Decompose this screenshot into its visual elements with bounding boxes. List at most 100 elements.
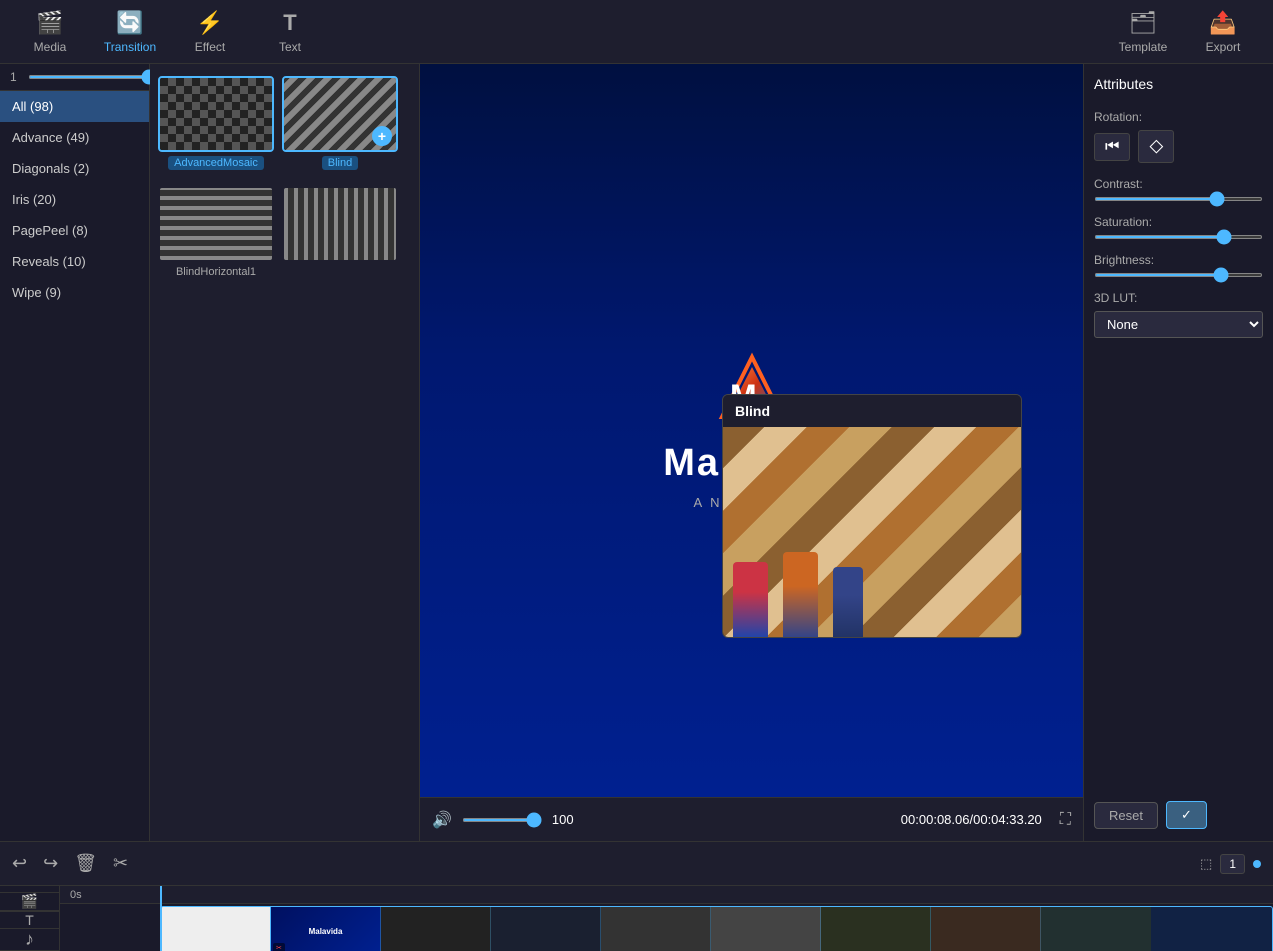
- trans-thumb-advancedmosaic: [158, 76, 274, 152]
- timeline-right-controls: ⬚ 1: [1200, 854, 1261, 874]
- person-2: [783, 552, 818, 637]
- lut-label: 3D LUT:: [1094, 291, 1263, 305]
- music-icon: ♪: [25, 929, 34, 950]
- trans-name-blind: Blind: [322, 156, 358, 170]
- toolbar-right: 🗂 Template 📤 Export: [1103, 4, 1263, 60]
- frame-4: [711, 907, 821, 951]
- preview-video: M Malavida ANDROID Blind: [420, 64, 1083, 797]
- trans-blind[interactable]: + Blind: [282, 72, 398, 174]
- category-all[interactable]: All (98): [0, 91, 149, 122]
- trans-thumb-blindvertical: [282, 186, 398, 262]
- vertical-pattern: [284, 188, 396, 260]
- saturation-row: Saturation:: [1094, 215, 1263, 239]
- media-icon: 🎬: [36, 10, 63, 36]
- contrast-label: Contrast:: [1094, 177, 1263, 191]
- video-clip[interactable]: Malavida ✂: [160, 906, 1273, 951]
- lut-row: 3D LUT: None: [1094, 291, 1263, 338]
- track-labels: 🎬 T ♪: [0, 886, 60, 951]
- toolbar-export[interactable]: 📤 Export: [1183, 4, 1263, 60]
- volume-label: 100: [552, 812, 582, 827]
- horizontal-pattern: [160, 188, 272, 260]
- toolbar-text[interactable]: T Text: [250, 4, 330, 60]
- category-reveals[interactable]: Reveals (10): [0, 246, 149, 277]
- effect-icon: ⚡: [196, 10, 223, 36]
- saturation-slider[interactable]: [1094, 235, 1263, 239]
- text-icon: T: [283, 10, 296, 36]
- zoom-icon: ⬚: [1200, 856, 1212, 872]
- toolbar-template[interactable]: 🗂 Template: [1103, 4, 1183, 60]
- transition-icon: 🔄: [116, 10, 143, 36]
- undo-button[interactable]: ↩: [12, 853, 27, 874]
- timeline-toolbar: ↩ ↪ 🗑 ✂ ⬚ 1: [0, 842, 1273, 886]
- rotation-right-btn[interactable]: ⬦: [1138, 130, 1174, 163]
- rotation-row: Rotation: ⏮ ⬦: [1094, 110, 1263, 163]
- rotation-left-btn[interactable]: ⏮: [1094, 133, 1130, 161]
- reset-button[interactable]: Reset: [1094, 802, 1158, 829]
- volume-icon: 🔊: [432, 810, 452, 830]
- category-list: All (98) Advance (49) Diagonals (2) Iris…: [0, 91, 149, 841]
- clip-frames: [381, 907, 1272, 951]
- filter-slider[interactable]: [28, 75, 157, 79]
- zoom-level: 1: [1220, 854, 1245, 874]
- clip-white-thumb: [161, 907, 271, 951]
- redo-button[interactable]: ↪: [43, 853, 58, 874]
- timeline-area: ↩ ↪ 🗑 ✂ ⬚ 1 🎬 T ♪ 0s: [0, 841, 1273, 951]
- category-pagepeel[interactable]: PagePeel (8): [0, 215, 149, 246]
- fullscreen-button[interactable]: ⛶: [1060, 811, 1071, 829]
- frame-2: [491, 907, 601, 951]
- apply-button[interactable]: ✓: [1166, 801, 1207, 829]
- lut-select[interactable]: None: [1094, 311, 1263, 338]
- category-advance[interactable]: Advance (49): [0, 122, 149, 153]
- effect-label: Effect: [195, 40, 225, 54]
- category-diagonals[interactable]: Diagonals (2): [0, 153, 149, 184]
- delete-button[interactable]: 🗑: [74, 853, 97, 874]
- brightness-slider[interactable]: [1094, 273, 1263, 277]
- blind-preview-image: [723, 427, 1021, 637]
- frame-6: [931, 907, 1041, 951]
- trans-blindhorizontal1[interactable]: BlindHorizontal1: [158, 182, 274, 282]
- frame-1: [381, 907, 491, 951]
- toolbar-media[interactable]: 🎬 Media: [10, 4, 90, 60]
- main-area: 1 100 All (98) Advance (49) Diagonals (2…: [0, 64, 1273, 841]
- contrast-row: Contrast:: [1094, 177, 1263, 201]
- cut-button[interactable]: ✂: [113, 853, 128, 874]
- frame-3: [601, 907, 711, 951]
- rotation-controls: ⏮ ⬦: [1094, 130, 1263, 163]
- video-track-label: 🎬: [0, 893, 59, 911]
- toolbar: 🎬 Media 🔄 Transition ⚡ Effect T Text 🗂 T…: [0, 0, 1273, 64]
- toolbar-transition[interactable]: 🔄 Transition: [90, 4, 170, 60]
- text-track-label: [0, 886, 59, 893]
- add-badge[interactable]: +: [372, 126, 392, 146]
- transition-panel: AdvancedMosaic + Blind BlindHorizontal1: [150, 64, 420, 841]
- frame-5: [821, 907, 931, 951]
- trans-name-blindhorizontal1: BlindHorizontal1: [176, 266, 256, 278]
- clip-malavida-frame: Malavida ✂: [271, 907, 381, 951]
- time-zero: 0s: [70, 889, 82, 901]
- text-track-icon-row: T: [0, 911, 59, 929]
- blind-popup: Blind: [722, 394, 1022, 638]
- contrast-slider[interactable]: [1094, 197, 1263, 201]
- time-display: 00:00:08.06/00:04:33.20: [901, 812, 1042, 827]
- person-3: [833, 567, 863, 637]
- category-iris[interactable]: Iris (20): [0, 184, 149, 215]
- video-track-row: Malavida ✂: [60, 904, 1273, 951]
- volume-slider[interactable]: [462, 818, 542, 822]
- media-label: Media: [34, 40, 67, 54]
- toolbar-effect[interactable]: ⚡ Effect: [170, 4, 250, 60]
- playhead[interactable]: [160, 886, 162, 951]
- video-track-icon: 🎬: [21, 893, 38, 910]
- left-panel: 1 100 All (98) Advance (49) Diagonals (2…: [0, 64, 150, 841]
- preview-controls: 🔊 100 00:00:08.06/00:04:33.20 ⛶: [420, 797, 1083, 841]
- brightness-row: Brightness:: [1094, 253, 1263, 277]
- music-track-label: ♪: [0, 929, 59, 951]
- timeline-dot: [1253, 860, 1261, 868]
- saturation-label: Saturation:: [1094, 215, 1263, 229]
- trans-advancedmosaic[interactable]: AdvancedMosaic: [158, 72, 274, 174]
- trans-thumb-blind: +: [282, 76, 398, 152]
- right-panel: Attributes Rotation: ⏮ ⬦ Contrast: Satur…: [1083, 64, 1273, 841]
- category-wipe[interactable]: Wipe (9): [0, 277, 149, 308]
- trans-blindvertical[interactable]: [282, 182, 398, 282]
- checkerboard-pattern: [160, 78, 272, 150]
- time-ruler: 0s: [60, 886, 1273, 904]
- rotation-label: Rotation:: [1094, 110, 1263, 124]
